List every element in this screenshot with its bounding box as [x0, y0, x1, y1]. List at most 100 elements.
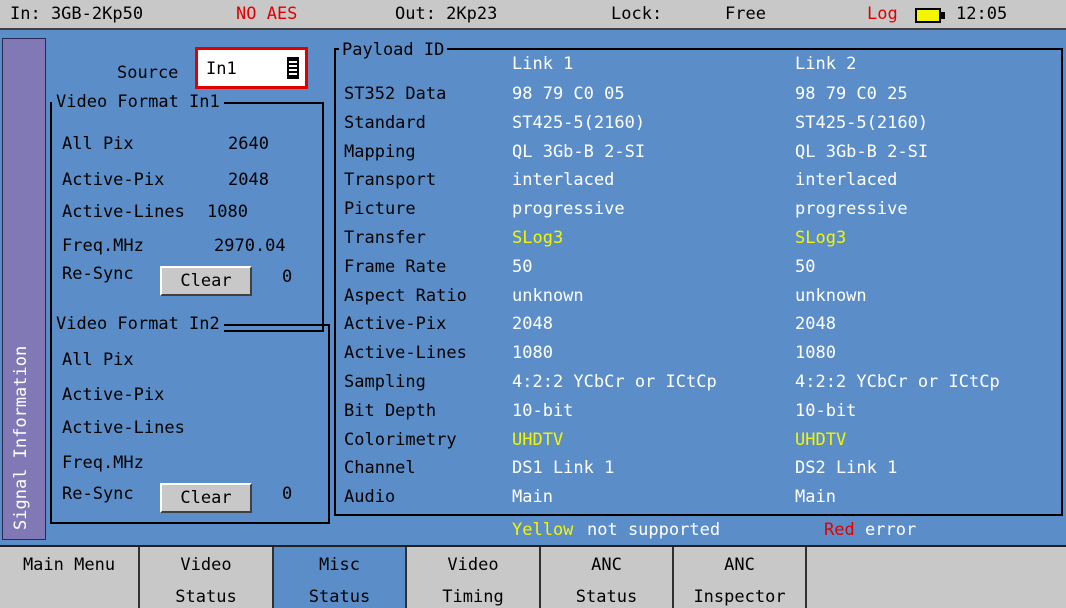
payload-row-label: Mapping — [344, 142, 416, 162]
payload-row-link2-value: interlaced — [795, 170, 898, 190]
payload-row-link1-value: progressive — [512, 199, 625, 219]
vf2-active-pix-label: Active-Pix — [62, 385, 165, 405]
legend-red-word: Red — [824, 520, 855, 540]
payload-row-link1-value: ST425-5(2160) — [512, 113, 646, 133]
vf1-active-pix-value: 2048 — [228, 170, 269, 190]
payload-row-link2-value: SLog3 — [795, 228, 847, 248]
menu-misc-status-line1: Misc — [319, 555, 360, 575]
payload-row-label: Bit Depth — [344, 401, 437, 421]
payload-row-link2-value: 1080 — [795, 343, 836, 363]
payload-row-label: Audio — [344, 487, 396, 507]
payload-row-label: Active-Pix — [344, 314, 447, 334]
payload-row-link1-value: 1080 — [512, 343, 553, 363]
payload-row-label: Aspect Ratio — [344, 286, 467, 306]
vf2-freq-label: Freq.MHz — [62, 453, 144, 473]
payload-row-label: Picture — [344, 199, 416, 219]
payload-row-link2-value: QL 3Gb-B 2-SI — [795, 142, 929, 162]
menu-main-menu[interactable]: Main Menu — [0, 547, 140, 608]
vf2-clear-button[interactable]: Clear — [160, 483, 252, 513]
menu-misc-status[interactable]: Misc Status — [274, 547, 407, 608]
menu-anc-inspector[interactable]: ANC Inspector — [674, 547, 807, 608]
payload-row-label: Channel — [344, 458, 416, 478]
battery-tip-icon — [941, 12, 945, 19]
menu-video-timing[interactable]: Video Timing — [407, 547, 541, 608]
payload-row-label: Frame Rate — [344, 257, 447, 277]
payload-row-label: Standard — [344, 113, 426, 133]
payload-row-link2-value: Main — [795, 487, 836, 507]
payload-row-link2-value: 50 — [795, 257, 816, 277]
source-select[interactable]: In1 — [195, 47, 308, 89]
payload-row-link1-value: unknown — [512, 286, 584, 306]
payload-row-link1-value: 2048 — [512, 314, 553, 334]
payload-row-link2-value: UHDTV — [795, 430, 847, 450]
input-format: In: 3GB-2Kp50 — [10, 4, 144, 24]
payload-row-link1-value: 50 — [512, 257, 533, 277]
menu-anc-status-line2: Status — [575, 587, 638, 607]
payload-row-link2-value: 98 79 C0 25 — [795, 84, 908, 104]
payload-row-link1-value: Main — [512, 487, 553, 507]
menu-video-status-line2: Status — [175, 587, 237, 607]
link2-header: Link 2 — [795, 54, 857, 74]
vf2-resync-label: Re-Sync — [62, 484, 134, 504]
vf1-active-lines-value: 1080 — [207, 202, 248, 222]
vf1-resync-label: Re-Sync — [62, 264, 134, 284]
vf1-clear-button[interactable]: Clear — [160, 266, 252, 296]
menu-anc-inspector-line2: Inspector — [693, 587, 786, 607]
source-label: Source — [117, 63, 179, 83]
vf1-freq-label: Freq.MHz — [62, 236, 144, 256]
payload-row-link1-value: 98 79 C0 05 — [512, 84, 625, 104]
menu-misc-status-line2: Status — [308, 587, 371, 607]
menu-video-status-line1: Video — [180, 555, 232, 575]
payload-row-label: ST352 Data — [344, 84, 447, 104]
payload-id-title: Payload ID — [339, 40, 448, 60]
signal-information-screen: In: 3GB-2Kp50 NO AES Out: 2Kp23 Lock: Fr… — [0, 0, 1066, 608]
payload-row-link2-value: DS2 Link 1 — [795, 458, 898, 478]
log-indicator: Log — [867, 4, 898, 24]
battery-icon — [915, 8, 941, 23]
link1-header: Link 1 — [512, 54, 574, 74]
legend-yellow-text: not supported — [587, 520, 721, 540]
legend-yellow-word: Yellow — [512, 520, 574, 540]
menu-main-menu-label: Main Menu — [22, 555, 116, 575]
aes-status: NO AES — [236, 4, 298, 24]
vf1-active-lines-label: Active-Lines — [62, 202, 185, 222]
bottom-menu: Main Menu Video Status Misc Status Video… — [0, 545, 1066, 608]
menu-anc-status-line1: ANC — [591, 555, 622, 575]
legend-red-text: error — [865, 520, 917, 540]
payload-row-label: Transport — [344, 170, 437, 190]
menu-anc-status[interactable]: ANC Status — [541, 547, 674, 608]
lock-label: Lock: — [611, 4, 663, 24]
vf1-freq-value: 2970.04 — [214, 236, 286, 256]
payload-row-label: Colorimetry — [344, 430, 457, 450]
payload-row-link2-value: progressive — [795, 199, 908, 219]
payload-row-link1-value: SLog3 — [512, 228, 564, 248]
payload-row-link2-value: 4:2:2 YCbCr or ICtCp — [795, 372, 1000, 392]
lock-value: Free — [725, 4, 766, 24]
payload-row-link1-value: UHDTV — [512, 430, 564, 450]
menu-anc-inspector-line1: ANC — [724, 555, 755, 575]
payload-row-label: Active-Lines — [344, 343, 467, 363]
output-format: Out: 2Kp23 — [395, 4, 498, 24]
payload-row-label: Sampling — [344, 372, 426, 392]
source-value: In1 — [206, 59, 237, 79]
payload-row-label: Transfer — [344, 228, 426, 248]
payload-row-link2-value: unknown — [795, 286, 867, 306]
menu-video-timing-line2: Timing — [442, 587, 504, 607]
vf2-resync-count: 0 — [282, 484, 293, 504]
payload-row-link1-value: 10-bit — [512, 401, 574, 421]
vf2-active-lines-label: Active-Lines — [62, 418, 185, 438]
video-format-in2-title: Video Format In2 — [52, 314, 224, 334]
menu-video-timing-line1: Video — [447, 555, 499, 575]
payload-row-link1-value: 4:2:2 YCbCr or ICtCp — [512, 372, 717, 392]
payload-row-link2-value: 2048 — [795, 314, 836, 334]
side-tab-label: Signal Information — [11, 345, 31, 530]
menu-video-status[interactable]: Video Status — [140, 547, 274, 608]
dropdown-icon — [287, 57, 299, 79]
payload-row-link1-value: interlaced — [512, 170, 615, 190]
vf1-all-pix-value: 2640 — [228, 134, 269, 154]
status-bar: In: 3GB-2Kp50 NO AES Out: 2Kp23 Lock: Fr… — [0, 0, 1066, 30]
payload-row-link2-value: 10-bit — [795, 401, 857, 421]
clock: 12:05 — [956, 4, 1008, 24]
video-format-in1-title: Video Format In1 — [52, 92, 224, 112]
payload-row-link1-value: QL 3Gb-B 2-SI — [512, 142, 646, 162]
